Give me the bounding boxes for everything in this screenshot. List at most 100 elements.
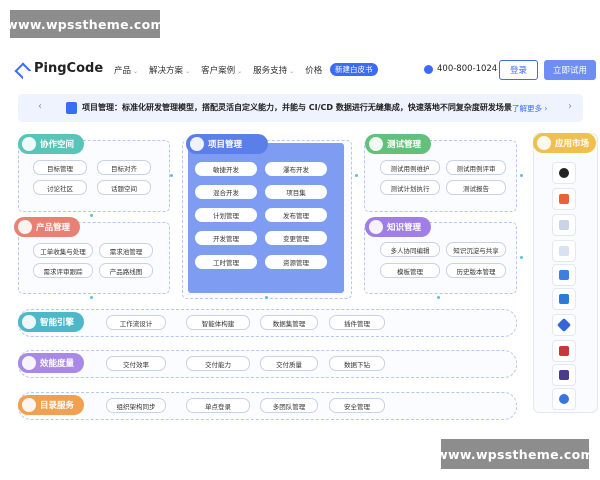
project-chip[interactable]: 开发管理	[195, 231, 257, 245]
gitlab-icon[interactable]	[552, 188, 576, 210]
login-button[interactable]: 登录	[499, 60, 538, 80]
ai-engine-header[interactable]: 智能引擎	[18, 312, 84, 332]
market-icon	[537, 136, 551, 150]
collab-chip[interactable]: 话题空间	[97, 180, 151, 195]
phone-number: 400-800-1024	[424, 64, 497, 74]
testing-chip[interactable]: 测试报告	[446, 180, 506, 195]
efficiency-chip[interactable]: 交付能力	[186, 356, 250, 371]
jira-icon[interactable]	[552, 240, 576, 262]
connector-dot	[90, 296, 93, 299]
nav-item-solutions[interactable]: 解决方案 ⌄	[149, 64, 190, 76]
connector-dot	[355, 174, 358, 177]
project-chip[interactable]: 计划管理	[195, 208, 257, 222]
project-chip[interactable]: 敏捷开发	[195, 162, 257, 176]
collab-chip[interactable]: 目标对齐	[97, 160, 151, 175]
knowledge-chip[interactable]: 知识沉淀与共享	[446, 242, 506, 257]
directory-header[interactable]: 目录服务	[18, 395, 84, 415]
chevron-down-icon: ⌄	[237, 68, 243, 75]
project-chip[interactable]: 发布管理	[265, 208, 327, 222]
directory-chip[interactable]: 单点登录	[186, 398, 250, 413]
banner-title: 项目管理：标准化研发管理模型，搭配灵活自定义能力，并能与 CI/CD 数据进行无…	[82, 103, 512, 112]
testing-chip[interactable]: 测试计划执行	[380, 180, 440, 195]
product-chip[interactable]: 工单收集与处理	[33, 243, 93, 258]
confluence-icon[interactable]	[552, 264, 576, 286]
brand-logo[interactable]: PingCode	[16, 61, 103, 76]
project-chip[interactable]: 工时管理	[195, 255, 257, 269]
efficiency-header[interactable]: 效能度量	[18, 353, 84, 373]
product-chip[interactable]: 需求评审跟踪	[33, 263, 93, 278]
knowledge-chip[interactable]: 历史版本管理	[446, 263, 506, 278]
watermark-bottom: www.wpsstheme.com	[436, 439, 594, 469]
connector-dot	[520, 174, 523, 177]
whitepaper-badge[interactable]: 新建白皮书	[330, 63, 378, 76]
jenkins-icon[interactable]	[552, 214, 576, 236]
directory-chip[interactable]: 安全管理	[329, 398, 385, 413]
testing-chip[interactable]: 测试用例评审	[446, 160, 506, 175]
project-icon	[190, 137, 204, 151]
testing-header[interactable]: 测试管理	[365, 134, 431, 154]
testing-icon	[369, 137, 383, 151]
testing-chip[interactable]: 测试用例维护	[380, 160, 440, 175]
ai-engine-chip[interactable]: 智能体构建	[186, 315, 250, 330]
project-chip[interactable]: 资源管理	[265, 255, 327, 269]
trial-button[interactable]: 立即试用	[544, 60, 596, 80]
ai-engine-chip[interactable]: 数据集管理	[260, 315, 318, 330]
product-header[interactable]: 产品管理	[14, 217, 80, 237]
brand-name: PingCode	[34, 61, 104, 76]
ai-engine-icon	[22, 315, 36, 329]
knowledge-header[interactable]: 知识管理	[365, 217, 431, 237]
nav-item-support[interactable]: 服务支持 ⌄	[253, 64, 294, 76]
ai-engine-chip[interactable]: 插件管理	[329, 315, 385, 330]
watermark-top: www.wpsstheme.com	[6, 10, 164, 38]
learn-more-link[interactable]: 了解更多 ›	[512, 103, 547, 114]
connector-dot	[437, 296, 440, 299]
chevron-left-icon[interactable]: ‹	[38, 101, 42, 112]
product-chip[interactable]: 需求池管理	[99, 243, 153, 258]
chevron-right-icon[interactable]: ›	[568, 101, 572, 112]
feature-banner: ‹ 项目管理：标准化研发管理模型，搭配灵活自定义能力，并能与 CI/CD 数据进…	[18, 94, 583, 122]
project-chip[interactable]: 变更管理	[265, 231, 327, 245]
top-nav: PingCode 产品 ⌄ 解决方案 ⌄ 客户案例 ⌄ 服务支持 ⌄ 价格 新建白皮书 …	[0, 55, 600, 85]
collab-chip[interactable]: 目标管理	[33, 160, 87, 175]
efficiency-chip[interactable]: 数据下钻	[329, 356, 385, 371]
phone-icon	[424, 64, 433, 74]
document-icon	[66, 102, 77, 114]
product-chip[interactable]: 产品路线图	[99, 263, 153, 278]
chevron-down-icon: ⌄	[185, 68, 191, 75]
efficiency-chip[interactable]: 交付效率	[106, 356, 166, 371]
main-menu: 产品 ⌄ 解决方案 ⌄ 客户案例 ⌄ 服务支持 ⌄ 价格	[114, 64, 333, 76]
project-chip[interactable]: 瀑布开发	[265, 162, 327, 176]
chevron-down-icon: ⌄	[289, 68, 295, 75]
kubernetes-icon[interactable]	[552, 364, 576, 386]
gitee-icon[interactable]	[552, 340, 576, 362]
app-market-header[interactable]: 应用市场	[533, 133, 596, 153]
pingcode-logo-icon	[16, 62, 30, 76]
knowledge-chip[interactable]: 模板管理	[380, 263, 440, 278]
directory-icon	[22, 398, 36, 412]
chevron-down-icon: ⌄	[133, 68, 139, 75]
connector-dot	[90, 214, 93, 217]
nav-item-products[interactable]: 产品 ⌄	[114, 64, 138, 76]
connector-dot	[170, 174, 173, 177]
efficiency-icon	[22, 356, 36, 370]
efficiency-chip[interactable]: 交付质量	[260, 356, 318, 371]
gocd-icon[interactable]	[552, 314, 576, 336]
directory-chip[interactable]: 组织架构同步	[106, 398, 166, 413]
connector-dot	[265, 296, 268, 299]
ai-engine-chip[interactable]: 工作流设计	[106, 315, 166, 330]
project-chip[interactable]: 混合开发	[195, 185, 257, 199]
cloud-icon[interactable]	[552, 388, 576, 410]
project-header[interactable]: 项目管理	[186, 134, 268, 154]
collab-header[interactable]: 协作空间	[18, 134, 84, 154]
connector-dot	[520, 256, 523, 259]
directory-chip[interactable]: 多团队管理	[260, 398, 318, 413]
vscode-icon[interactable]	[552, 288, 576, 310]
nav-item-cases[interactable]: 客户案例 ⌄	[201, 64, 242, 76]
knowledge-icon	[369, 220, 383, 234]
nav-item-pricing[interactable]: 价格	[305, 64, 322, 76]
project-chip[interactable]: 项目集	[265, 185, 327, 199]
collab-chip[interactable]: 讨论社区	[33, 180, 87, 195]
product-icon	[18, 220, 32, 234]
knowledge-chip[interactable]: 多人协同编辑	[380, 242, 440, 257]
github-icon[interactable]	[552, 162, 576, 184]
